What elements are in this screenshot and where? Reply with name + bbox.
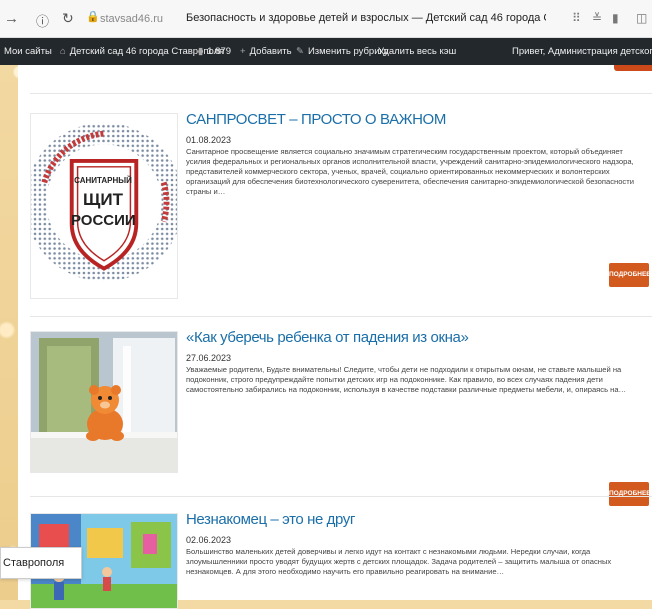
read-more-button[interactable]: ПОДРОБНЕЕ <box>609 263 651 287</box>
post-thumbnail[interactable]: САНИТАРНЫЙ ЩИТ РОССИИ <box>30 113 178 299</box>
comments-link[interactable]: ▮ 1 879 <box>198 46 231 57</box>
post-date: 02.06.2023 <box>186 535 232 545</box>
post-excerpt: Большинство маленьких детей доверчивы и … <box>186 547 612 576</box>
translate-icon[interactable]: ≚ <box>592 11 602 25</box>
admin-bar: Мои сайты ⌂ Детский сад 46 города Ставроп… <box>0 38 652 65</box>
add-new-link[interactable]: + Добавить <box>240 46 292 57</box>
post-excerpt: Санитарное просвещение является социальн… <box>186 147 634 196</box>
account-greeting[interactable]: Привет, Администрация детского с <box>512 46 652 57</box>
post-thumbnail[interactable] <box>30 331 178 473</box>
post-title[interactable]: «Как уберечь ребенка от падения из окна» <box>186 329 469 346</box>
sidebar-icon[interactable]: ◫ <box>636 11 647 25</box>
page-title-bar: Безопасность и здоровье детей и взрослых… <box>186 12 546 24</box>
divider <box>30 316 652 317</box>
pencil-icon: ✎ <box>296 46 304 57</box>
home-icon: ⌂ <box>60 46 66 57</box>
divider <box>30 93 652 94</box>
tooltip: Ставрополя <box>0 547 82 579</box>
post-excerpt: Уважаемые родители, Будьте внимательны! … <box>186 365 627 394</box>
plus-icon: + <box>240 46 246 57</box>
post-date: 01.08.2023 <box>186 135 232 145</box>
post-title[interactable]: САНПРОСВЕТ – ПРОСТО О ВАЖНОМ <box>186 111 446 128</box>
lock-icon: 🔒 <box>86 11 100 23</box>
edit-rubric-link[interactable]: ✎ Изменить рубрику <box>296 46 389 57</box>
window-toy-image <box>31 332 177 472</box>
divider <box>30 496 652 497</box>
info-icon[interactable]: ⓘ <box>36 11 49 30</box>
my-sites-link[interactable]: Мои сайты <box>4 46 52 57</box>
shield-caption-2: ЩИТ <box>83 190 123 209</box>
content-area: САНИТАРНЫЙ ЩИТ РОССИИ САНПРОСВЕТ – ПРОСТ… <box>18 65 652 609</box>
post-date: 27.06.2023 <box>186 353 232 363</box>
post-title[interactable]: Незнакомец – это не друг <box>186 511 355 528</box>
shield-caption-1: САНИТАРНЫЙ <box>74 176 132 185</box>
forward-icon[interactable]: → <box>4 10 19 27</box>
url-text: stavsad46.ru <box>100 13 163 25</box>
shield-caption-3: РОССИИ <box>71 212 136 229</box>
browser-toolbar: → ⓘ ↻ 🔒 stavsad46.ru Безопасность и здор… <box>0 0 652 38</box>
address-bar[interactable]: 🔒 stavsad46.ru <box>86 11 163 26</box>
read-more-button[interactable]: ПОДРОБНЕЕ <box>609 482 651 506</box>
delete-cache-link[interactable]: Удалить весь кэш <box>378 46 456 57</box>
top-more-button[interactable] <box>614 65 652 71</box>
reader-icon[interactable]: ⠿ <box>572 11 581 25</box>
comment-icon: ▮ <box>198 46 204 57</box>
bookmark-icon[interactable]: ▮ <box>612 11 619 25</box>
reload-icon[interactable]: ↻ <box>62 10 74 27</box>
